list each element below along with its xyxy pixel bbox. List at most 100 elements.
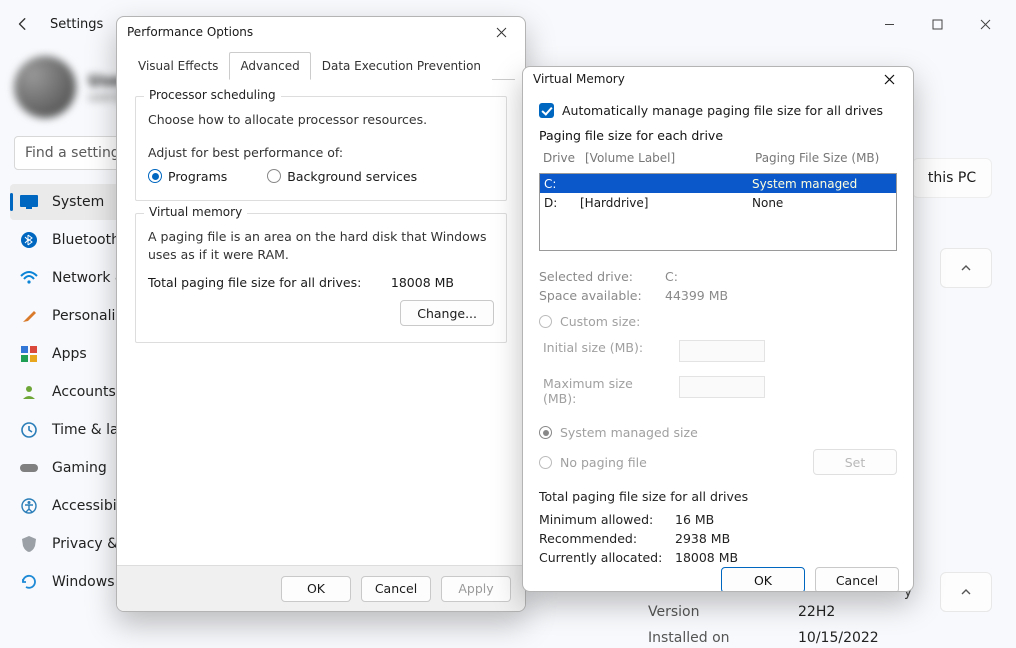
ok-button[interactable]: OK [721, 567, 805, 592]
apply-button[interactable]: Apply [441, 576, 511, 602]
clock-icon [20, 421, 38, 439]
ok-button[interactable]: OK [281, 576, 351, 602]
total-paging-label: Total paging file size for all drives: [148, 275, 361, 290]
bluetooth-icon [20, 231, 38, 249]
drive-letter: D: [544, 196, 580, 210]
drive-list[interactable]: C: System managed D: [Harddrive] None [539, 173, 897, 251]
space-available-label: Space available: [539, 288, 665, 303]
close-icon [980, 19, 991, 30]
auto-manage-checkbox[interactable]: Automatically manage paging file size fo… [539, 101, 897, 122]
arrow-left-icon [16, 17, 30, 31]
radio-label: Programs [168, 169, 227, 184]
radio-no-paging-file: No paging file [539, 452, 647, 473]
shield-icon [20, 535, 38, 553]
radio-icon [539, 315, 552, 328]
radio-icon [539, 456, 552, 469]
drive-row[interactable]: C: System managed [540, 174, 896, 193]
radio-system-managed: System managed size [539, 422, 897, 443]
change-button[interactable]: Change... [400, 300, 494, 326]
maximum-size-input [679, 376, 765, 398]
radio-label: No paging file [560, 455, 647, 470]
close-icon [884, 74, 895, 85]
drive-row[interactable]: D: [Harddrive] None [540, 193, 896, 212]
currently-allocated-label: Currently allocated: [539, 550, 675, 565]
currently-allocated-value: 18008 MB [675, 550, 738, 565]
virtual-memory-dialog: Virtual Memory Automatically manage pagi… [522, 66, 914, 592]
tabstrip: Visual Effects Advanced Data Execution P… [127, 47, 515, 80]
update-icon [20, 573, 38, 591]
chevron-up-icon [960, 586, 972, 598]
min-allowed-value: 16 MB [675, 512, 714, 527]
drive-size: None [752, 196, 892, 210]
close-settings-button[interactable] [962, 8, 1008, 40]
recommended-label: Recommended: [539, 531, 675, 546]
back-button[interactable] [8, 9, 38, 39]
space-available-value: 44399 MB [665, 288, 728, 303]
accessibility-icon [20, 497, 38, 515]
section-label: Paging file size for each drive [539, 128, 897, 143]
selected-drive-value: C: [665, 269, 678, 284]
brush-icon [20, 307, 38, 325]
radio-label: Custom size: [560, 314, 640, 329]
chevron-up-icon [960, 262, 972, 274]
radio-icon [267, 169, 281, 183]
dialog-title: Performance Options [127, 25, 253, 39]
display-icon [20, 193, 38, 211]
radio-background-services[interactable]: Background services [267, 169, 417, 184]
rename-pc-button[interactable]: this PC [912, 158, 992, 198]
expand-toggle[interactable] [940, 248, 992, 288]
close-icon [496, 27, 507, 38]
initial-size-input [679, 340, 765, 362]
col-paging-size: Paging File Size (MB) [755, 151, 895, 165]
drive-list-header: Drive [Volume Label] Paging File Size (M… [539, 149, 897, 167]
maximize-button[interactable] [914, 8, 960, 40]
minimize-button[interactable] [866, 8, 912, 40]
nav-label: System [52, 194, 104, 210]
nav-label: Gaming [52, 460, 107, 476]
performance-options-dialog: Performance Options Visual Effects Advan… [116, 16, 526, 612]
version-value: 22H2 [798, 604, 835, 620]
radio-label: Background services [287, 169, 417, 184]
tab-visual-effects[interactable]: Visual Effects [127, 52, 229, 80]
nav-label: Accounts [52, 384, 116, 400]
drive-letter: C: [544, 177, 580, 191]
gamepad-icon [20, 459, 38, 477]
initial-size-label: Initial size (MB): [543, 340, 669, 362]
checkbox-label: Automatically manage paging file size fo… [562, 103, 883, 118]
group-legend: Virtual memory [144, 205, 247, 219]
totals-header: Total paging file size for all drives [539, 489, 897, 504]
wifi-icon [20, 269, 38, 287]
settings-title: Settings [50, 17, 103, 32]
recommended-value: 2938 MB [675, 531, 730, 546]
dialog-title: Virtual Memory [533, 72, 625, 86]
nav-label: Apps [52, 346, 87, 362]
installed-label: Installed on [648, 630, 778, 646]
drive-label: [Harddrive] [580, 196, 752, 210]
close-button[interactable] [487, 20, 515, 44]
col-volume: [Volume Label] [585, 151, 755, 165]
radio-programs[interactable]: Programs [148, 169, 227, 184]
radio-icon [539, 426, 552, 439]
processor-scheduling-group: Processor scheduling Choose how to alloc… [135, 96, 507, 201]
total-paging-value: 18008 MB [391, 275, 454, 290]
expand-toggle[interactable] [940, 572, 992, 612]
virtual-memory-group: Virtual memory A paging file is an area … [135, 213, 507, 344]
drive-size: System managed [752, 177, 892, 191]
version-label: Version [648, 604, 778, 620]
set-button: Set [813, 449, 897, 475]
avatar[interactable] [14, 56, 76, 118]
group-description: A paging file is an area on the hard dis… [148, 228, 494, 266]
selected-drive-label: Selected drive: [539, 269, 665, 284]
radio-label: System managed size [560, 425, 698, 440]
maximum-size-label: Maximum size (MB): [543, 376, 669, 406]
tab-advanced[interactable]: Advanced [229, 52, 310, 80]
group-legend: Processor scheduling [144, 88, 281, 102]
tab-dep[interactable]: Data Execution Prevention [311, 52, 492, 80]
radio-icon [148, 169, 162, 183]
apps-icon [20, 345, 38, 363]
cancel-button[interactable]: Cancel [815, 567, 899, 592]
cancel-button[interactable]: Cancel [361, 576, 431, 602]
person-icon [20, 383, 38, 401]
close-button[interactable] [875, 67, 903, 91]
min-allowed-label: Minimum allowed: [539, 512, 675, 527]
